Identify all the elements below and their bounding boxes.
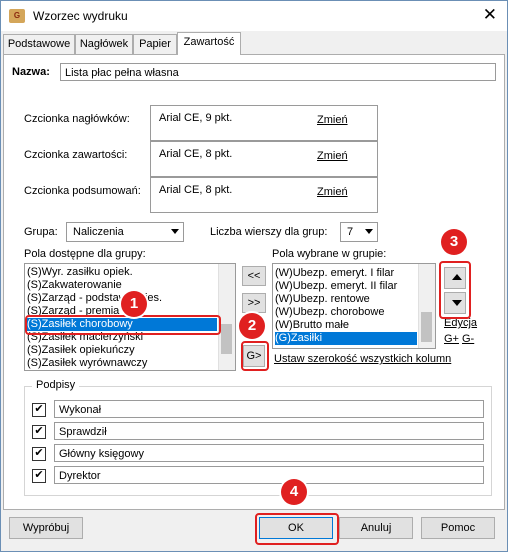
list-item[interactable]: (S)Zakwaterowanie <box>27 279 122 292</box>
signature-checkbox[interactable]: ✔ <box>32 425 46 439</box>
signature-input[interactable]: Główny księgowy <box>54 444 484 462</box>
signature-checkbox[interactable]: ✔ <box>32 447 46 461</box>
content-font-value: Arial CE, 8 pkt. <box>159 148 233 160</box>
content-font-box: Arial CE, 8 pkt. Zmień <box>150 141 378 177</box>
list-item[interactable]: (W)Ubezp. chorobowe <box>275 306 384 319</box>
move-all-right-button[interactable]: >> <box>242 293 266 313</box>
available-label: Pola dostępne dla grupy: <box>24 248 146 260</box>
rows-select[interactable]: 7 <box>340 222 378 242</box>
group-select-value: Naliczenia <box>73 226 124 238</box>
header-font-change-link[interactable]: Zmień <box>317 114 348 126</box>
window-title: Wzorzec wydruku <box>33 9 128 23</box>
try-button[interactable]: Wypróbuj <box>9 517 83 539</box>
signature-checkbox[interactable]: ✔ <box>32 469 46 483</box>
highlight-group-button <box>241 341 269 371</box>
tab-basic[interactable]: Podstawowe <box>3 34 75 54</box>
step-badge-4: 4 <box>281 479 307 505</box>
title-bar: G Wzorzec wydruku ✕ <box>1 1 507 31</box>
highlight-up-down <box>439 261 471 319</box>
chevron-down-icon <box>365 229 373 234</box>
highlight-selected-field <box>25 315 221 335</box>
summary-font-label: Czcionka podsumowań: <box>24 185 141 197</box>
step-badge-3: 3 <box>441 229 467 255</box>
list-item[interactable]: (W)Ubezp. rentowe <box>275 293 370 306</box>
content-font-label: Czcionka zawartości: <box>24 149 128 161</box>
chosen-label: Pola wybrane w grupie: <box>272 248 387 260</box>
scroll-thumb[interactable] <box>421 312 432 342</box>
list-item[interactable]: (S)Zasiłek wyrównawczy <box>27 357 147 370</box>
group-label: Grupa: <box>24 226 58 238</box>
tab-content[interactable]: Zawartość <box>177 32 241 55</box>
group-plus-link[interactable]: G+ <box>444 333 459 345</box>
set-column-width-link[interactable]: Ustaw szerokość wszystkich kolumn <box>274 353 451 365</box>
signature-input[interactable]: Sprawdził <box>54 422 484 440</box>
header-font-box: Arial CE, 9 pkt. Zmień <box>150 105 378 141</box>
list-item[interactable]: (W)Ubezp. emeryt. II filar <box>275 280 397 293</box>
group-select[interactable]: Naliczenia <box>66 222 184 242</box>
signature-checkbox[interactable]: ✔ <box>32 403 46 417</box>
summary-font-value: Arial CE, 8 pkt. <box>159 184 233 196</box>
summary-font-change-link[interactable]: Zmień <box>317 186 348 198</box>
header-font-label: Czcionka nagłówków: <box>24 113 130 125</box>
move-all-left-button[interactable]: << <box>242 266 266 286</box>
name-label: Nazwa: <box>12 66 50 78</box>
tab-paper[interactable]: Papier <box>133 34 177 54</box>
tab-panel: Nazwa: Lista płac pełna własna Czcionka … <box>3 54 505 510</box>
list-item[interactable]: (S)Zasiłek opiekuńczy <box>27 344 135 357</box>
rows-label: Liczba wierszy dla grup: <box>210 226 328 238</box>
chevron-down-icon <box>171 229 179 234</box>
group-minus-link[interactable]: G- <box>462 333 474 345</box>
highlight-ok-button <box>255 513 339 545</box>
step-badge-2: 2 <box>239 313 265 339</box>
signature-input[interactable]: Dyrektor <box>54 466 484 484</box>
list-item[interactable]: (W)Ubezp. emeryt. I filar <box>275 267 394 280</box>
summary-font-box: Arial CE, 8 pkt. Zmień <box>150 177 378 213</box>
list-item-selected[interactable]: (G)Zasiłki <box>275 332 417 345</box>
chosen-list[interactable]: (W)Ubezp. emeryt. I filar (W)Ubezp. emer… <box>272 263 436 349</box>
name-input[interactable]: Lista płac pełna własna <box>60 63 496 81</box>
scroll-thumb[interactable] <box>221 324 232 354</box>
cancel-button[interactable]: Anuluj <box>339 517 413 539</box>
tab-header[interactable]: Nagłówek <box>75 34 133 54</box>
dialog-window: G Wzorzec wydruku ✕ Podstawowe Nagłówek … <box>0 0 508 552</box>
help-button[interactable]: Pomoc <box>421 517 495 539</box>
list-item[interactable]: (S)Wyr. zasiłku opiek. <box>27 266 133 279</box>
rows-select-value: 7 <box>347 226 354 238</box>
header-font-value: Arial CE, 9 pkt. <box>159 112 233 124</box>
signatures-label: Podpisy <box>32 379 80 391</box>
app-icon: G <box>9 9 25 23</box>
content-font-change-link[interactable]: Zmień <box>317 150 348 162</box>
step-badge-1: 1 <box>121 291 147 317</box>
chosen-scrollbar[interactable] <box>418 264 435 348</box>
list-item[interactable]: (W)Brutto małe <box>275 319 349 332</box>
signature-input[interactable]: Wykonał <box>54 400 484 418</box>
close-icon[interactable]: ✕ <box>483 5 497 25</box>
